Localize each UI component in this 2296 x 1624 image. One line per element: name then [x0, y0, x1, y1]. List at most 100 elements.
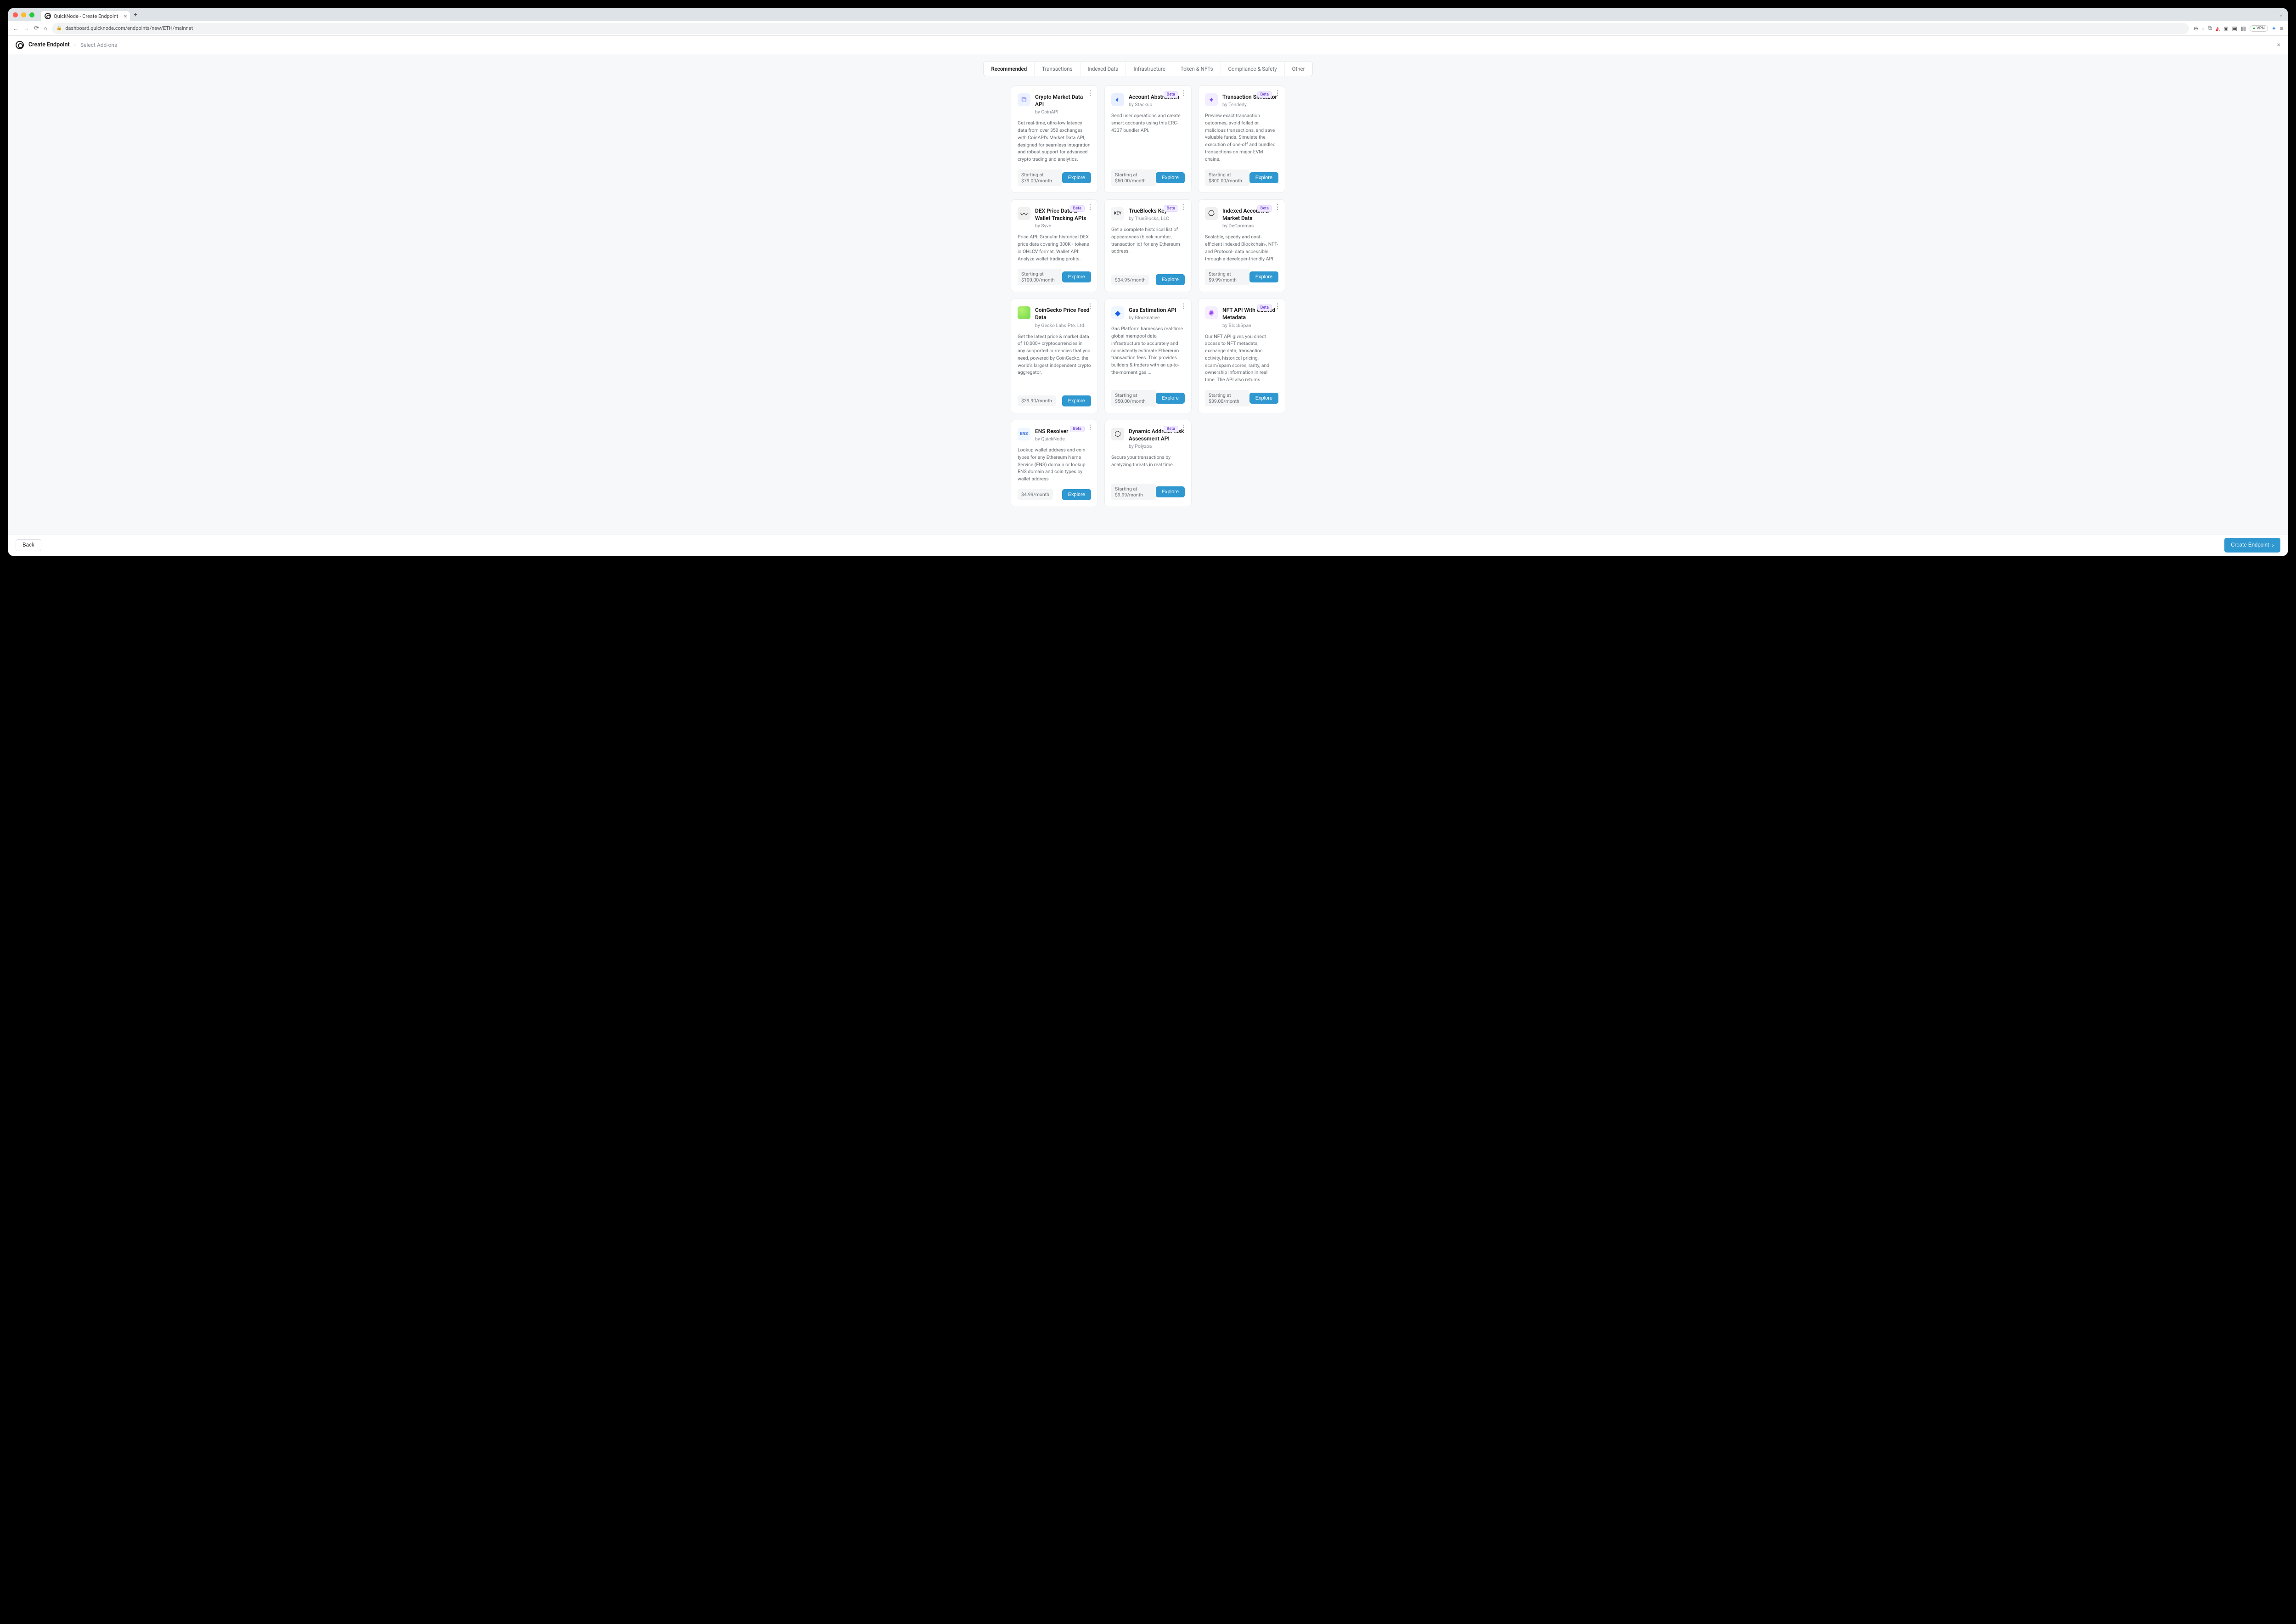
category-tab[interactable]: Recommended [984, 62, 1035, 76]
addon-icon [1018, 306, 1030, 319]
explore-button[interactable]: Explore [1062, 489, 1091, 500]
ext-puzzle-icon[interactable]: ⧉ [2208, 25, 2212, 32]
category-tab[interactable]: Indexed Data [1080, 62, 1126, 76]
addon-publisher: by Tenderly [1222, 102, 1277, 107]
card-more-icon[interactable]: ⋮ [1181, 90, 1187, 97]
menu-icon[interactable]: ≡ [2280, 25, 2283, 32]
nav-back-icon[interactable]: ← [13, 25, 19, 32]
addon-price: $39.90/month [1018, 395, 1056, 406]
zoom-out-icon[interactable]: ⊖ [2194, 25, 2198, 32]
addon-icon: 〰 [1018, 207, 1030, 220]
addon-icon: ✺ [1205, 306, 1218, 319]
quicknode-logo-icon [16, 41, 24, 49]
browser-tab[interactable]: QuickNode - Create Endpoint × [41, 11, 130, 21]
back-button[interactable]: Back [16, 539, 41, 551]
addon-description: Our NFT API gives you direct access to N… [1205, 333, 1278, 383]
addon-price: Starting at $9.99/month [1205, 269, 1249, 285]
category-tab[interactable]: Compliance & Safety [1221, 62, 1285, 76]
maximize-window-icon[interactable] [29, 12, 34, 17]
ext-grid-icon[interactable]: ▦ [2241, 25, 2246, 32]
explore-button[interactable]: Explore [1249, 172, 1278, 183]
close-panel-icon[interactable]: × [2277, 41, 2280, 49]
addon-description: Gas Platform harnesses real-time global … [1111, 325, 1185, 383]
addon-description: Preview exact transaction outcomes, avoi… [1205, 112, 1278, 163]
addon-publisher: by Polyzoa [1129, 443, 1185, 449]
explore-button[interactable]: Explore [1156, 486, 1185, 497]
addon-description: Get a complete historical list of appear… [1111, 226, 1185, 268]
download-icon[interactable]: ⤓ [2202, 25, 2204, 32]
explore-button[interactable]: Explore [1249, 393, 1278, 404]
addon-price: Starting at $50.00/month [1111, 390, 1156, 406]
beta-badge: Beta [1164, 426, 1178, 432]
minimize-window-icon[interactable] [21, 12, 26, 17]
url-bar[interactable]: 🔒 dashboard.quicknode.com/endpoints/new/… [52, 23, 2189, 34]
ext-eye-icon[interactable]: ◉ [2223, 25, 2228, 32]
category-tab[interactable]: Transactions [1035, 62, 1080, 76]
window-controls[interactable] [13, 12, 34, 17]
card-more-icon[interactable]: ⋮ [1087, 424, 1093, 431]
addon-card: ⋮⧉Crypto Market Data APIby CoinAPIGet re… [1011, 85, 1098, 193]
url-text: dashboard.quicknode.com/endpoints/new/ET… [65, 25, 193, 31]
addon-card: ⋮Beta✺NFT API With Cached Metadataby Blo… [1198, 299, 1285, 413]
explore-button[interactable]: Explore [1156, 172, 1185, 183]
addon-title: Gas Estimation API [1129, 306, 1176, 314]
nav-home-icon[interactable]: ⌂ [44, 25, 47, 32]
addon-publisher: by DeCommas [1222, 223, 1278, 229]
addon-description: Secure your transactions by analyzing th… [1111, 454, 1185, 477]
addon-icon: ⬡ [1111, 428, 1124, 440]
card-more-icon[interactable]: ⋮ [1274, 90, 1280, 97]
category-tab[interactable]: Token & NFTs [1173, 62, 1221, 76]
addon-icon: ⎔ [1205, 207, 1218, 220]
addon-price: $34.95/month [1111, 275, 1149, 285]
explore-button[interactable]: Explore [1062, 271, 1091, 282]
addon-publisher: by TrueBlocks, LLC [1129, 215, 1169, 221]
card-more-icon[interactable]: ⋮ [1181, 203, 1187, 211]
explore-button[interactable]: Explore [1249, 271, 1278, 282]
category-tab[interactable]: Infrastructure [1126, 62, 1173, 76]
addon-icon: KEY [1111, 207, 1124, 220]
addon-price: Starting at $50.00/month [1111, 169, 1156, 186]
new-tab-button[interactable]: + [134, 11, 137, 18]
addon-publisher: by Gecko Labs Pte. Ltd. [1035, 322, 1091, 328]
explore-button[interactable]: Explore [1062, 395, 1091, 406]
explore-button[interactable]: Explore [1062, 172, 1091, 183]
addon-card: ⋮Beta◐Account Abstractionby StackupSend … [1104, 85, 1192, 193]
explore-button[interactable]: Explore [1156, 393, 1185, 404]
card-more-icon[interactable]: ⋮ [1087, 90, 1093, 97]
addon-publisher: by CoinAPI [1035, 109, 1091, 115]
beta-badge: Beta [1164, 205, 1178, 212]
close-window-icon[interactable] [13, 12, 18, 17]
card-more-icon[interactable]: ⋮ [1181, 303, 1187, 310]
vpn-badge[interactable]: VPN [2250, 25, 2268, 32]
addon-price: Starting at $39.00/month [1205, 390, 1249, 406]
addon-card: ⋮◆Gas Estimation APIby BlocknativeGas Pl… [1104, 299, 1192, 413]
explore-button[interactable]: Explore [1156, 274, 1185, 285]
ext-shield-icon[interactable]: ◭ [2216, 25, 2220, 32]
create-endpoint-button[interactable]: Create Endpoint [2224, 538, 2280, 553]
card-more-icon[interactable]: ⋮ [1087, 203, 1093, 211]
app-header: Create Endpoint › Select Add-ons × [8, 36, 2288, 54]
ext-panel-icon[interactable]: ▣ [2232, 25, 2237, 32]
page-title: Create Endpoint [28, 41, 70, 48]
addon-price: Starting at $800.00/month [1205, 169, 1249, 186]
addon-title: CoinGecko Price Feed Data [1035, 306, 1091, 321]
card-more-icon[interactable]: ⋮ [1087, 303, 1093, 310]
card-more-icon[interactable]: ⋮ [1274, 203, 1280, 211]
addon-description: Get real-time, ultra-low latency data fr… [1018, 119, 1091, 163]
card-more-icon[interactable]: ⋮ [1274, 303, 1280, 310]
addon-price: $4.99/month [1018, 489, 1053, 500]
addon-card: ⋮BetaENSENS Resolverby QuickNodeLookup w… [1011, 420, 1098, 507]
close-tab-icon[interactable]: × [124, 13, 127, 19]
ext-globe-icon[interactable]: ✦ [2272, 25, 2276, 32]
card-more-icon[interactable]: ⋮ [1181, 424, 1187, 431]
addon-title: ENS Resolver [1035, 428, 1068, 435]
addon-description: Get the latest price & market data of 10… [1018, 333, 1091, 389]
addon-price: Starting at $100.00/month [1018, 269, 1062, 285]
nav-reload-icon[interactable]: ⟳ [34, 25, 39, 32]
expand-window-icon[interactable]: ⌄ [2279, 12, 2283, 18]
beta-badge: Beta [1257, 205, 1272, 212]
category-tab[interactable]: Other [1285, 62, 1312, 76]
tab-title: QuickNode - Create Endpoint [54, 13, 118, 19]
beta-badge: Beta [1164, 91, 1178, 98]
addon-description: Send user operations and create smart ac… [1111, 112, 1185, 163]
